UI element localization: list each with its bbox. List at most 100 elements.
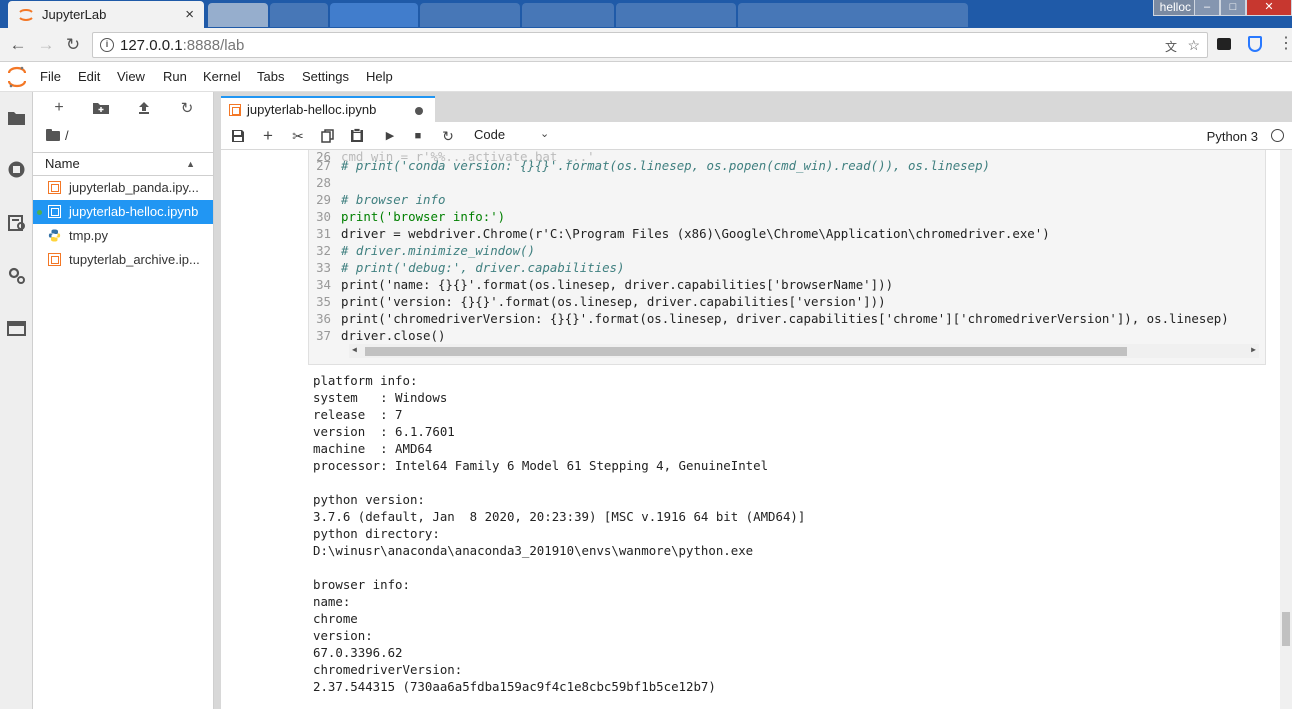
- code-cell-editor[interactable]: 26 cmd_win = r'%%...activate.bat ...' 27 #…: [308, 150, 1266, 365]
- save-icon[interactable]: [231, 129, 245, 143]
- url-input[interactable]: i 127.0.0.1:8888/lab 文 ☆: [92, 32, 1208, 58]
- site-info-icon[interactable]: i: [100, 38, 114, 52]
- file-list-item[interactable]: jupyterlab_panda.ipy...: [33, 176, 213, 200]
- code-line: 27 # print('conda version: {}{}'.format(o…: [316, 158, 991, 173]
- file-list-item[interactable]: tmp.py: [33, 224, 213, 248]
- new-folder-icon[interactable]: [93, 101, 109, 114]
- output-line: chromedriverVersion:: [313, 662, 463, 677]
- column-name-label: Name: [45, 156, 80, 171]
- new-launcher-plus-icon[interactable]: +: [49, 99, 69, 117]
- file-list-header[interactable]: Name ▲: [33, 152, 213, 176]
- scroll-left-icon[interactable]: ◀: [352, 345, 357, 354]
- shield-extension-icon[interactable]: [1248, 36, 1262, 52]
- notebook-toolbar: + ✂ ▶ ■ ↻ Code ⌄ Python 3: [221, 122, 1292, 150]
- output-line: 67.0.3396.62: [313, 645, 403, 660]
- home-folder-icon[interactable]: [46, 128, 60, 141]
- jupyter-logo-icon: [8, 66, 26, 88]
- left-activity-bar: [0, 92, 33, 709]
- cell-type-select[interactable]: Code ⌄: [474, 127, 549, 142]
- running-kernels-icon[interactable]: [7, 160, 26, 179]
- output-line: name:: [313, 594, 351, 609]
- code-line: 33 # print('debug:', driver.capabilities): [316, 260, 625, 275]
- notebook-icon: [48, 205, 61, 218]
- code-line: 28: [316, 175, 331, 190]
- python-file-icon: [48, 229, 61, 242]
- menu-file[interactable]: File: [40, 69, 61, 84]
- output-line: system : Windows: [313, 390, 448, 405]
- back-arrow-icon[interactable]: ←: [8, 35, 28, 55]
- window-maximize-button[interactable]: □: [1220, 0, 1246, 16]
- paste-clipboard-icon[interactable]: [350, 128, 364, 143]
- tabs-icon[interactable]: [7, 319, 26, 338]
- browser-tab-inactive[interactable]: [616, 3, 736, 27]
- window-title: helloc: [1152, 0, 1198, 16]
- notebook-tab[interactable]: jupyterlab-helloc.ipynb: [221, 96, 435, 122]
- cell-type-value: Code: [474, 127, 506, 142]
- browser-tab-inactive[interactable]: [420, 3, 520, 27]
- kernel-name[interactable]: Python 3: [1207, 129, 1258, 144]
- menu-kernel[interactable]: Kernel: [203, 69, 241, 84]
- vertical-scrollbar[interactable]: [1280, 150, 1292, 709]
- browser-tab-inactive[interactable]: [330, 3, 418, 27]
- code-line: 31 driver = webdriver.Chrome(r'C:\Program…: [316, 226, 1050, 241]
- scrollbar-thumb[interactable]: [365, 347, 1127, 356]
- tab-close-icon[interactable]: ×: [185, 6, 194, 23]
- menu-run[interactable]: Run: [163, 69, 187, 84]
- jupyter-menubar: File Edit View Run Kernel Tabs Settings …: [0, 62, 1292, 92]
- settings-gears-icon[interactable]: [7, 266, 26, 285]
- browser-tab-inactive[interactable]: [208, 3, 268, 27]
- menu-view[interactable]: View: [117, 69, 145, 84]
- extension-icon[interactable]: [1217, 38, 1231, 50]
- horizontal-scrollbar[interactable]: ◀ ▶: [349, 344, 1259, 358]
- forward-arrow-icon[interactable]: →: [36, 35, 56, 55]
- file-list-item[interactable]: tupyterlab_archive.ip...: [33, 248, 213, 272]
- window-minimize-button[interactable]: –: [1194, 0, 1220, 16]
- kernel-idle-status-icon: [1271, 129, 1284, 142]
- notebook-content: 26 cmd_win = r'%%...activate.bat ...' 27 #…: [221, 150, 1280, 709]
- menu-tabs[interactable]: Tabs: [257, 69, 284, 84]
- browser-tab-active[interactable]: JupyterLab ×: [8, 1, 204, 28]
- browser-tab-title: JupyterLab: [42, 7, 107, 22]
- refresh-icon[interactable]: ↻: [177, 99, 197, 117]
- code-line: 34 print('name: {}{}'.format(os.linesep, …: [316, 277, 894, 292]
- cut-scissors-icon[interactable]: ✂: [289, 128, 307, 144]
- output-line: 2.37.544315 (730aa6a5fdba159ac9f4c1e8cbc…: [313, 679, 716, 694]
- translate-icon[interactable]: 文: [1165, 38, 1177, 55]
- interrupt-stop-icon[interactable]: ■: [409, 128, 427, 144]
- scrollbar-thumb[interactable]: [1282, 612, 1290, 646]
- code-line: 37 driver.close(): [316, 328, 446, 343]
- unsaved-dot-icon[interactable]: [415, 107, 423, 115]
- menu-edit[interactable]: Edit: [78, 69, 100, 84]
- browser-tab-inactive[interactable]: [738, 3, 968, 27]
- browser-menu-icon[interactable]: ⋮: [1278, 36, 1292, 52]
- file-list-item[interactable]: jupyterlab-helloc.ipynb: [33, 200, 213, 224]
- file-name: tmp.py: [69, 228, 109, 243]
- upload-icon[interactable]: [137, 101, 151, 115]
- run-cell-play-icon[interactable]: ▶: [381, 128, 399, 144]
- notebook-icon: [48, 253, 61, 266]
- restart-kernel-icon[interactable]: ↻: [439, 128, 457, 144]
- browser-tab-inactive[interactable]: [270, 3, 328, 27]
- menu-help[interactable]: Help: [366, 69, 393, 84]
- menu-settings[interactable]: Settings: [302, 69, 349, 84]
- copy-icon[interactable]: [321, 129, 334, 143]
- dock-tab-bar: jupyterlab-helloc.ipynb: [221, 92, 1292, 122]
- output-line: chrome: [313, 611, 358, 626]
- breadcrumb[interactable]: /: [46, 128, 69, 143]
- bookmark-star-icon[interactable]: ☆: [1187, 37, 1200, 54]
- browser-tab-inactive[interactable]: [522, 3, 614, 27]
- window-close-button[interactable]: ✕: [1246, 0, 1292, 16]
- folder-icon[interactable]: [7, 108, 26, 127]
- reload-icon[interactable]: ↻: [63, 35, 83, 55]
- cell-output: platform info: system : Windows release : …: [313, 372, 805, 695]
- command-palette-icon[interactable]: [7, 213, 26, 232]
- scroll-right-icon[interactable]: ▶: [1251, 345, 1256, 354]
- insert-cell-plus-icon[interactable]: +: [259, 127, 277, 144]
- breadcrumb-path: /: [65, 128, 69, 143]
- chevron-down-icon: ⌄: [540, 128, 550, 140]
- output-line: browser info:: [313, 577, 410, 592]
- panel-splitter[interactable]: [214, 92, 221, 709]
- sort-caret-icon[interactable]: ▲: [186, 153, 195, 175]
- notebook-icon: [48, 181, 61, 194]
